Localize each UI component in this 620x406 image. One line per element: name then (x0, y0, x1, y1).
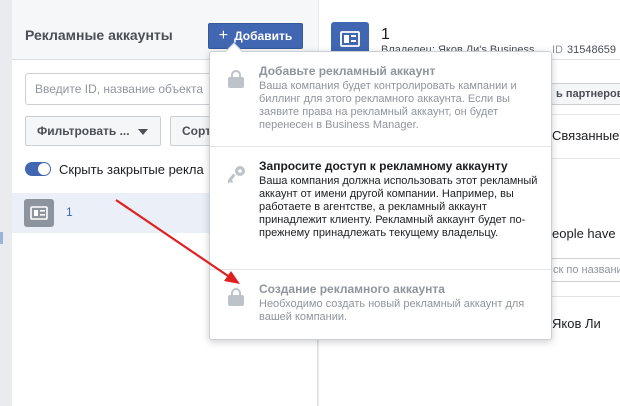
add-button[interactable]: + Добавить (208, 23, 303, 49)
menu-item-title: Добавьте рекламный аккаунт (259, 64, 436, 78)
account-id: ID 31548659 (552, 44, 616, 56)
linked-section-label: Связанные (552, 128, 620, 143)
account-name: 1 (66, 205, 73, 219)
ad-account-icon (24, 199, 54, 227)
hide-closed-label: Скрыть закрытые рекла (59, 162, 204, 177)
filter-button[interactable]: Фильтровать ... (25, 116, 161, 146)
menu-item-request-access[interactable]: Запросите доступ к рекламному аккаунту В… (210, 147, 551, 269)
account-id-value: 31548659 (567, 44, 616, 56)
add-account-dropdown: Добавьте рекламный аккаунт Ваша компания… (209, 42, 552, 340)
menu-item-title: Создание рекламного аккаунта (259, 282, 445, 296)
plus-icon: + (218, 27, 229, 44)
lock-icon (228, 288, 244, 306)
people-search-input[interactable]: ск по названи (551, 258, 620, 282)
menu-item-create-account[interactable]: Создание рекламного аккаунта Необходимо … (210, 270, 551, 340)
filter-button-label: Фильтровать ... (37, 124, 130, 138)
menu-item-description: Необходимо создать новый рекламный аккау… (259, 298, 525, 323)
menu-item-add-account[interactable]: Добавьте рекламный аккаунт Ваша компания… (210, 52, 551, 146)
key-icon (226, 165, 245, 184)
caret-down-icon (138, 129, 148, 135)
add-button-label: Добавить (234, 29, 293, 43)
menu-item-description: Ваша компания будет контролировать кампа… (259, 80, 517, 131)
search-input[interactable] (25, 73, 235, 105)
toggle-knob (38, 163, 50, 175)
page-title: Рекламные аккаунты (25, 27, 173, 43)
left-nav-strip (0, 0, 12, 406)
menu-item-title: Запросите доступ к рекламному аккаунту (259, 159, 508, 173)
lock-icon (228, 70, 244, 88)
hide-closed-toggle[interactable] (25, 162, 51, 176)
menu-item-description: Ваша компания должна использовать этот р… (259, 175, 538, 239)
sort-button-label: Сорт (182, 124, 212, 138)
people-section-label: eople have (552, 226, 616, 241)
nav-indicator (0, 232, 3, 244)
account-id-label: ID (552, 44, 563, 56)
partners-button[interactable]: ь партнеров (551, 83, 620, 105)
account-title: 1 (381, 26, 390, 43)
person-name[interactable]: Яков Ли (552, 316, 601, 331)
